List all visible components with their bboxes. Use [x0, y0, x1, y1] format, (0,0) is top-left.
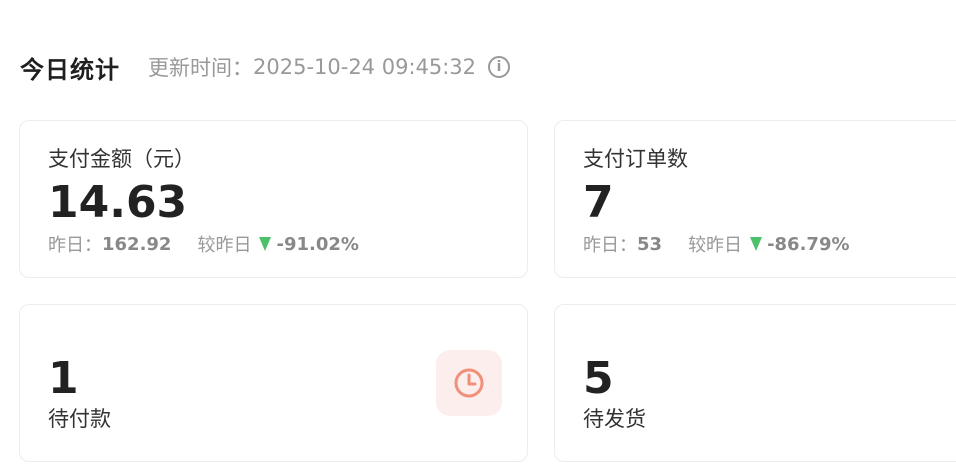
update-time-label: 更新时间： [148, 56, 253, 80]
page-title: 今日统计 [20, 55, 120, 84]
card-label: 支付金额（元） [48, 147, 195, 171]
payment-amount-card[interactable]: 支付金额（元） 14.63 昨日： 162.92 较昨日 -91.02% [19, 120, 528, 278]
change-percent: -86.79% [767, 233, 850, 255]
card-label: 支付订单数 [583, 147, 688, 171]
yesterday-compare: 昨日： 162.92 较昨日 -91.02% [48, 231, 359, 257]
update-time: 更新时间： 2025-10-24 09:45:32 i [148, 52, 511, 82]
yesterday-compare: 昨日： 53 较昨日 -86.79% [583, 231, 850, 257]
pending-shipment-card[interactable]: 5 待发货 [554, 304, 956, 462]
compare-label: 较昨日 [197, 235, 252, 256]
card-label: 待付款 [48, 407, 111, 431]
pending-payment-card[interactable]: 1 待付款 [19, 304, 528, 462]
payment-orders-card[interactable]: 支付订单数 7 昨日： 53 较昨日 -86.79% [554, 120, 956, 278]
card-value: 5 [583, 353, 614, 404]
card-value: 14.63 [48, 177, 188, 228]
trend-down-icon [259, 237, 272, 251]
yesterday-value: 53 [637, 233, 663, 255]
compare-label: 较昨日 [688, 235, 743, 256]
info-icon[interactable]: i [488, 56, 511, 78]
clock-icon-svg [454, 368, 484, 398]
update-time-value: 2025-10-24 09:45:32 [253, 55, 477, 79]
change-percent: -91.02% [276, 233, 359, 255]
card-label: 待发货 [583, 407, 646, 431]
yesterday-label: 昨日： [48, 235, 102, 256]
yesterday-label: 昨日： [583, 235, 637, 256]
card-value: 1 [48, 353, 79, 404]
yesterday-value: 162.92 [102, 233, 172, 255]
trend-down-icon [750, 237, 763, 251]
card-value: 7 [583, 177, 614, 228]
clock-icon [436, 350, 502, 416]
stats-header: 今日统计 更新时间： 2025-10-24 09:45:32 i [20, 50, 511, 84]
